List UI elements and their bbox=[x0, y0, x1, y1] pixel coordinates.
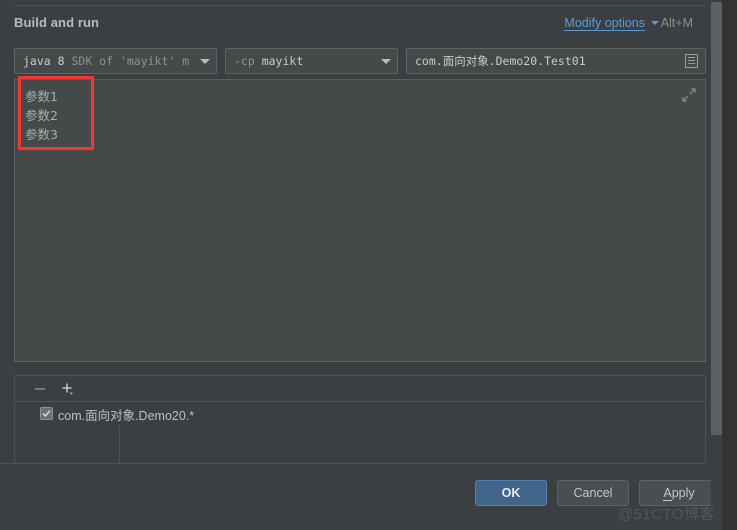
window-right-gutter bbox=[722, 0, 737, 530]
run-configuration-dialog: Build and run Modify options Alt+M java … bbox=[0, 0, 737, 530]
apply-accel: A bbox=[663, 486, 672, 501]
modify-options-label: Modify options bbox=[564, 16, 645, 31]
program-argument-line: 参数3 bbox=[25, 127, 58, 142]
program-argument-line: 参数2 bbox=[25, 108, 58, 123]
before-launch-panel: com.面向对象.Demo20.* bbox=[14, 375, 706, 464]
program-argument-line: 参数1 bbox=[25, 89, 58, 104]
modify-options-accel: M bbox=[564, 16, 575, 30]
apply-button[interactable]: Apply bbox=[639, 480, 719, 506]
modify-options-rest: odify options bbox=[574, 16, 645, 30]
tree-indent-guide bbox=[119, 425, 120, 464]
classpath-module-combo[interactable]: -cp mayikt bbox=[225, 48, 398, 74]
expand-arrows-icon[interactable] bbox=[682, 88, 696, 102]
modify-options-shortcut: Alt+M bbox=[660, 16, 693, 30]
plus-dropdown-icon[interactable] bbox=[59, 380, 77, 398]
jre-sdk-combo[interactable]: java 8 SDK of 'mayikt' m bbox=[14, 48, 217, 74]
checkbox-checked-icon[interactable] bbox=[40, 407, 53, 420]
minus-icon[interactable] bbox=[31, 380, 49, 398]
ok-button[interactable]: OK bbox=[475, 480, 547, 506]
modify-options-link[interactable]: Modify options bbox=[564, 16, 645, 31]
before-launch-toolbar bbox=[15, 376, 705, 402]
top-divider bbox=[14, 5, 706, 6]
program-arguments-content: 参数1 参数2 参数3 bbox=[25, 87, 58, 144]
chevron-down-icon[interactable] bbox=[651, 21, 659, 25]
apply-rest: pply bbox=[671, 486, 695, 500]
class-browse-icon[interactable] bbox=[685, 54, 698, 68]
build-and-run-header: Build and run Modify options Alt+M bbox=[0, 12, 706, 38]
main-class-input[interactable]: com.面向对象.Demo20.Test01 bbox=[406, 48, 706, 74]
cp-combo-suffix: mayikt bbox=[261, 54, 304, 68]
sdk-combo-prefix: java 8 bbox=[23, 54, 72, 68]
sdk-combo-suffix: SDK of 'mayikt' m bbox=[71, 54, 190, 68]
dialog-footer: OK Cancel Apply bbox=[0, 464, 719, 530]
configuration-fields-row: java 8 SDK of 'mayikt' m -cp mayikt com.… bbox=[14, 48, 706, 74]
sdk-combo-chevron-down-icon[interactable] bbox=[200, 59, 210, 64]
cancel-button[interactable]: Cancel bbox=[557, 480, 629, 506]
cp-combo-chevron-down-icon[interactable] bbox=[381, 59, 391, 64]
page-title: Build and run bbox=[14, 15, 100, 30]
vertical-scrollbar-thumb[interactable] bbox=[711, 2, 722, 435]
program-arguments-textarea[interactable]: 参数1 参数2 参数3 bbox=[14, 79, 706, 362]
cp-combo-prefix: -cp bbox=[234, 54, 262, 68]
list-item-label: com.面向对象.Demo20.* bbox=[58, 409, 195, 423]
list-item[interactable]: com.面向对象.Demo20.* bbox=[15, 403, 705, 425]
